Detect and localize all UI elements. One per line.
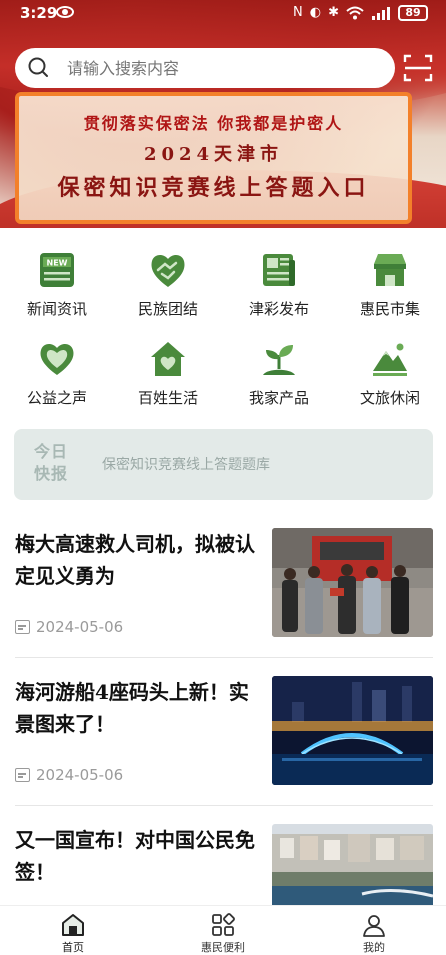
- nav-label: 首页: [62, 941, 84, 954]
- news-date-text: 2024-05-06: [36, 766, 124, 784]
- search-bar[interactable]: [15, 48, 395, 88]
- status-time: 3:29: [20, 4, 58, 22]
- category-news[interactable]: NEW 新闻资讯: [12, 244, 102, 324]
- quick-news-headline[interactable]: 保密知识竞赛线上答题题库: [102, 454, 270, 474]
- category-travel[interactable]: 文旅休闲: [345, 333, 435, 413]
- mute-icon: ◐: [309, 5, 322, 20]
- news-thumbnail: [272, 824, 433, 914]
- category-label: 惠民市集: [359, 300, 420, 318]
- bottom-nav: 首页 惠民便利 我的: [0, 905, 446, 955]
- nav-home[interactable]: 首页: [33, 912, 113, 955]
- house-heart-icon: [151, 342, 185, 376]
- category-charity[interactable]: 公益之声: [12, 333, 102, 413]
- category-label: 公益之声: [26, 389, 87, 407]
- news-title: 梅大高速救人司机，拟被认定见义勇为: [15, 532, 255, 588]
- news-item[interactable]: 梅大高速救人司机，拟被认定见义勇为 2024-05-06: [0, 510, 446, 658]
- quick-news-bar[interactable]: 今日快报 保密知识竞赛线上答题题库: [14, 429, 433, 500]
- nav-label: 惠民便利: [201, 941, 245, 954]
- svg-text:NEW: NEW: [47, 259, 68, 268]
- news-title: 又一国宣布！对中国公民免签！: [15, 828, 255, 884]
- nav-services[interactable]: 惠民便利: [183, 912, 263, 955]
- news-date: 2024-05-06: [15, 618, 123, 636]
- handshake-icon: [151, 255, 185, 287]
- nfc-icon: N: [293, 5, 303, 20]
- news-thumbnail: [272, 676, 433, 785]
- banner-title: 保密知识竞赛线上答题入口: [57, 175, 370, 201]
- category-market[interactable]: 惠民市集: [345, 244, 435, 324]
- eye-comfort-icon: [56, 6, 74, 18]
- shop-icon: [374, 254, 406, 286]
- category-label: 民族团结: [137, 300, 198, 318]
- news-date: 2024-05-06: [15, 766, 123, 784]
- category-label: 文旅休闲: [359, 389, 420, 407]
- grid-icon: [212, 913, 235, 936]
- wifi-icon: [346, 6, 364, 20]
- news-title: 海河游船4座码头上新！实景图来了！: [15, 680, 249, 736]
- calendar-icon: [15, 620, 30, 634]
- news-icon: NEW: [40, 253, 74, 287]
- search-icon: [28, 57, 48, 77]
- user-icon: [363, 915, 385, 937]
- nav-label: 我的: [363, 941, 385, 954]
- battery-indicator: 89: [398, 5, 428, 21]
- category-label: 百姓生活: [137, 389, 198, 407]
- quick-news-tag: 今日快报: [34, 442, 69, 483]
- category-label: 我家产品: [248, 389, 309, 407]
- home-icon: [62, 914, 84, 936]
- status-bar: 3:29 N ◐ ✱ 89: [0, 0, 446, 28]
- newspaper-icon: [263, 254, 295, 286]
- calendar-icon: [15, 768, 30, 782]
- mountain-icon: [373, 343, 407, 376]
- news-item[interactable]: 海河游船4座码头上新！实景图来了！ 2024-05-06: [0, 658, 446, 806]
- banner-slogan: 贯彻落实保密法 你我都是护密人: [83, 114, 344, 133]
- category-grid: NEW 新闻资讯 民族团结 津彩发布 惠民市集 公益之声 百姓生活 我家产品 文…: [0, 240, 446, 420]
- bluetooth-icon: ✱: [328, 5, 339, 20]
- news-thumbnail: [272, 528, 433, 637]
- scan-icon[interactable]: [402, 52, 434, 84]
- promo-banner[interactable]: 贯彻落实保密法 你我都是护密人 2024天津市 保密知识竞赛线上答题入口: [15, 92, 412, 224]
- news-date-text: 2024-05-06: [36, 618, 124, 636]
- signal-icon: [372, 7, 390, 20]
- nav-mine[interactable]: 我的: [334, 912, 414, 955]
- status-icons: N ◐ ✱ 89: [293, 5, 428, 21]
- category-unity[interactable]: 民族团结: [123, 244, 213, 324]
- banner-subtitle: 2024天津市: [143, 144, 284, 165]
- sprout-icon: [263, 345, 295, 375]
- category-label: 津彩发布: [248, 300, 309, 318]
- category-life[interactable]: 百姓生活: [123, 333, 213, 413]
- category-label: 新闻资讯: [26, 300, 87, 318]
- category-products[interactable]: 我家产品: [234, 333, 324, 413]
- category-release[interactable]: 津彩发布: [234, 244, 324, 324]
- search-input[interactable]: [67, 48, 387, 88]
- heart-icon: [40, 344, 74, 375]
